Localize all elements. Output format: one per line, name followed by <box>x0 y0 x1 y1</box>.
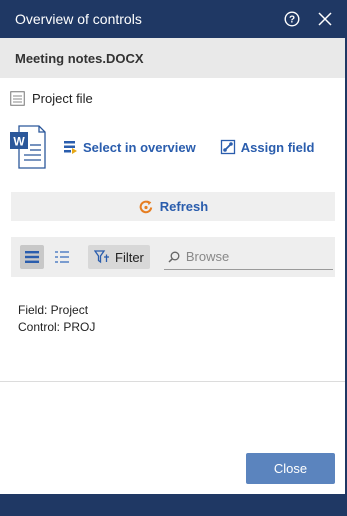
list-view-icon <box>25 251 39 263</box>
help-circle-icon: ? <box>284 11 300 27</box>
detail-view-icon <box>55 251 69 263</box>
word-document-icon: W <box>10 125 46 169</box>
search-box[interactable] <box>163 244 333 270</box>
action-row: W Select in overview Assign field <box>10 124 340 170</box>
refresh-icon <box>139 200 152 213</box>
search-icon <box>168 251 180 263</box>
filter-button[interactable]: Filter <box>88 245 150 269</box>
control-text: Control: PROJ <box>18 320 96 334</box>
list-toolbar: Filter <box>11 237 335 277</box>
refresh-label: Refresh <box>159 199 209 214</box>
svg-text:W: W <box>13 135 25 149</box>
project-file-row: Project file <box>10 88 93 108</box>
document-name-bar: Meeting notes.DOCX <box>0 38 347 78</box>
form-icon <box>10 90 25 106</box>
title-bar: Overview of controls ? <box>0 0 347 38</box>
divider <box>0 381 347 382</box>
filter-label: Filter <box>115 249 144 265</box>
close-button-label: Close <box>273 461 308 476</box>
select-in-overview-button[interactable]: Select in overview <box>62 139 196 155</box>
footer-bar <box>0 494 347 516</box>
window-title: Overview of controls <box>15 11 142 27</box>
control-info: Field: Project Control: PROJ <box>18 302 95 336</box>
close-button[interactable]: Close <box>246 453 335 484</box>
help-button[interactable]: ? <box>281 8 303 30</box>
close-window-button[interactable] <box>314 8 336 30</box>
list-view-button[interactable] <box>20 245 44 269</box>
project-file-label: Project file <box>32 90 93 106</box>
close-icon <box>318 12 332 26</box>
filter-icon <box>94 250 109 264</box>
refresh-button[interactable]: Refresh <box>11 192 335 221</box>
select-overview-icon <box>64 141 77 154</box>
assign-field-label: Assign field <box>240 139 315 155</box>
assign-field-button[interactable]: Assign field <box>220 139 315 155</box>
svg-text:?: ? <box>289 15 295 26</box>
detail-view-button[interactable] <box>50 245 74 269</box>
search-input[interactable] <box>185 249 326 264</box>
select-in-overview-label: Select in overview <box>83 139 196 155</box>
field-text: Field: Project <box>18 303 89 317</box>
assign-field-icon <box>220 139 235 155</box>
document-name: Meeting notes.DOCX <box>15 50 144 66</box>
